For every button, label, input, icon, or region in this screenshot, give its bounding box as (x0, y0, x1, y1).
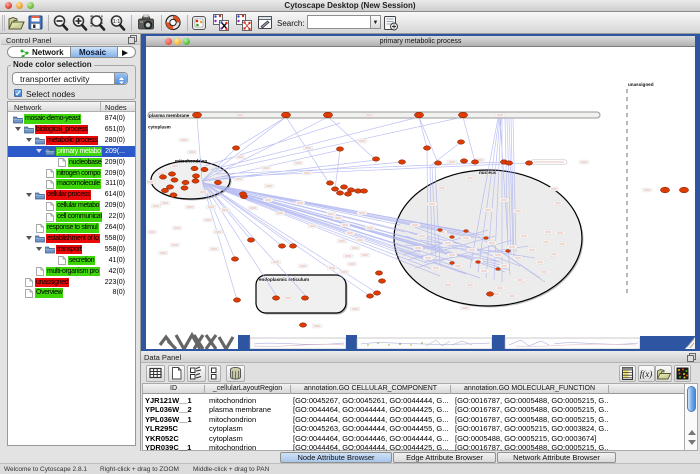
svg-text:endoplasmic reticulum: endoplasmic reticulum (259, 277, 309, 282)
svg-text:mitochondrion: mitochondrion (175, 159, 207, 164)
svg-text:f(x): f(x) (640, 369, 653, 379)
svg-text:unassigned: unassigned (628, 82, 654, 87)
svg-text:plasma membrane: plasma membrane (149, 113, 190, 118)
svg-text:cytoplasm: cytoplasm (148, 125, 171, 130)
